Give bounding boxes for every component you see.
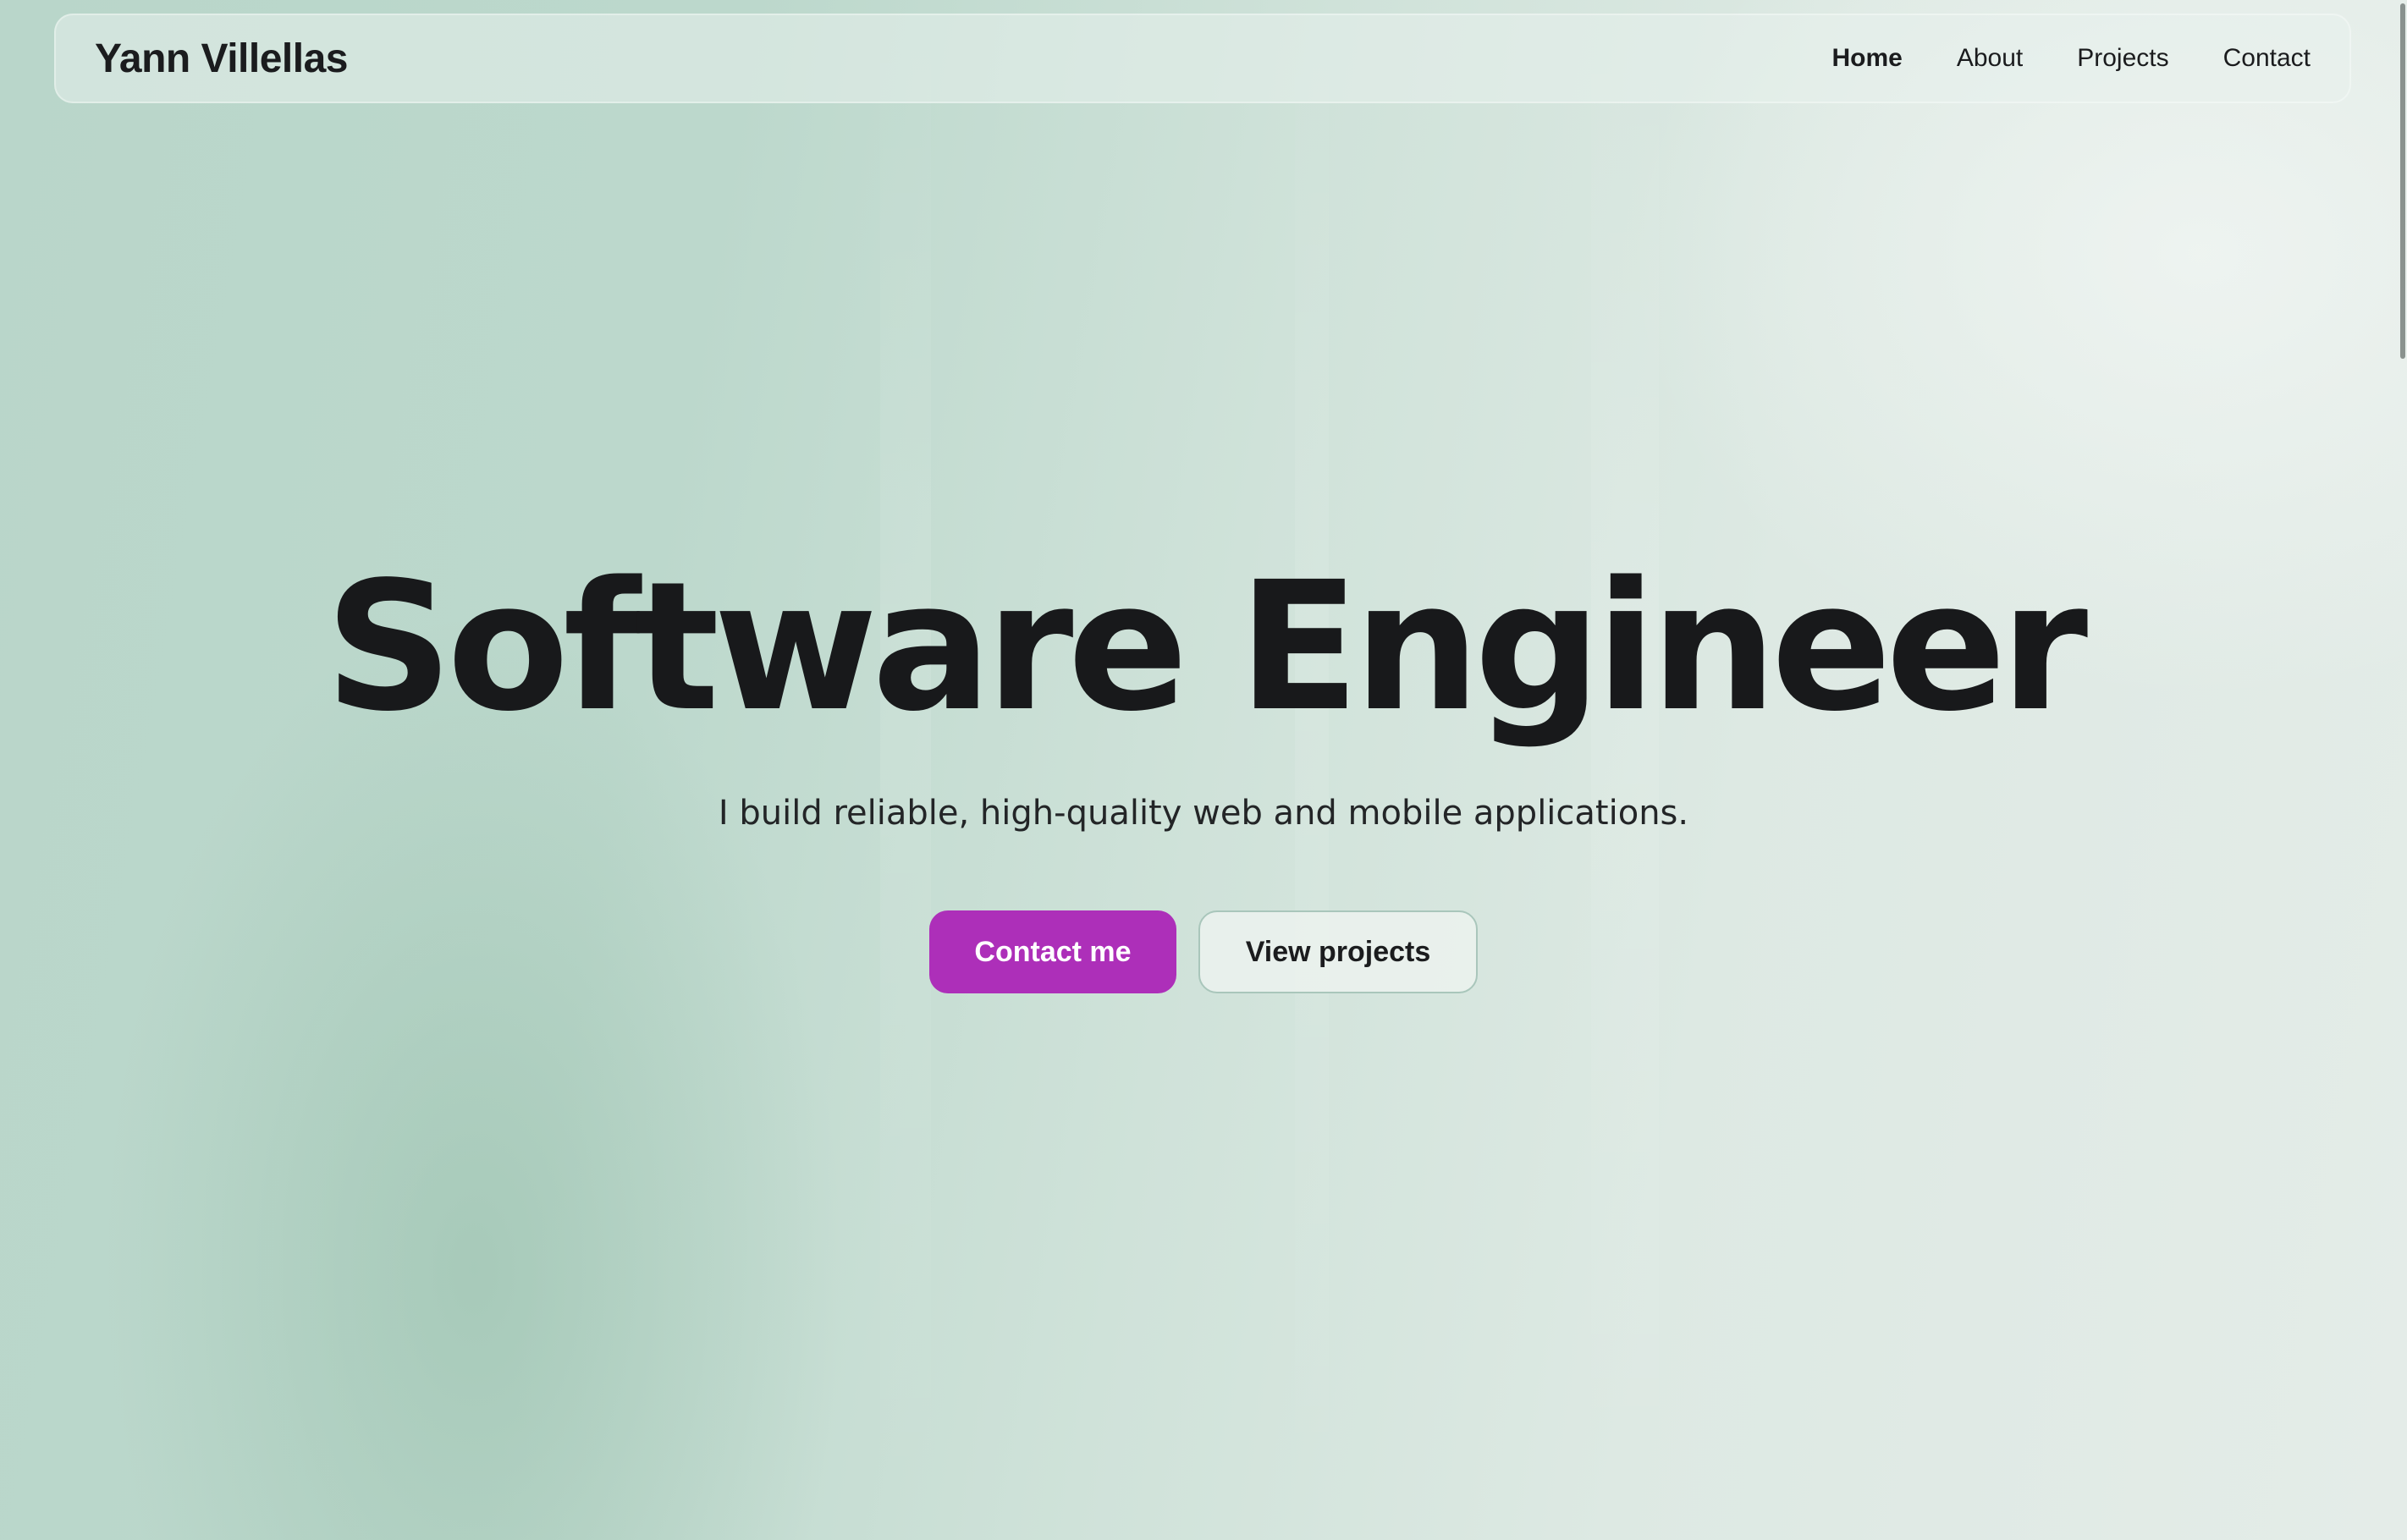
hero-actions: Contact me View projects [0, 910, 2407, 993]
hero-subtitle: I build reliable, high-quality web and m… [718, 794, 1689, 833]
contact-me-button[interactable]: Contact me [929, 910, 1176, 993]
page-scrollbar[interactable] [2399, 0, 2407, 1540]
scrollbar-thumb[interactable] [2400, 3, 2405, 359]
hero-title: Software Engineer [324, 543, 2088, 751]
hero-section: Software Engineer I build reliable, high… [0, 0, 2407, 1540]
view-projects-button[interactable]: View projects [1198, 910, 1478, 993]
